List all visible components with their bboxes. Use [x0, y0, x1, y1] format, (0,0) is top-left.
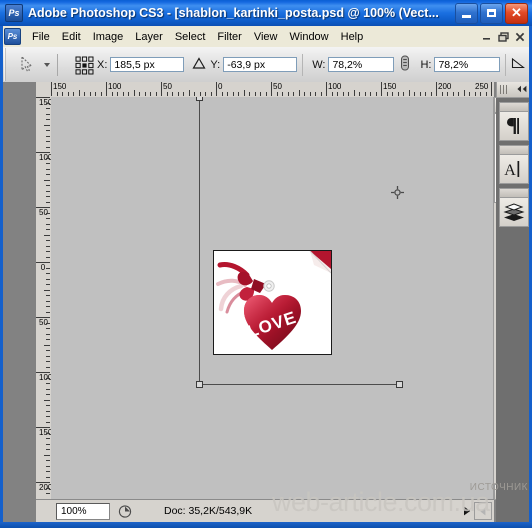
dock-panel-header[interactable]	[499, 102, 529, 111]
window-frame-bottom	[0, 522, 532, 528]
options-bar: X: 185,5 px Y: -63,9 px W: 78,2% H: 78,2…	[0, 47, 532, 83]
dock-panel-character[interactable]: A	[499, 145, 529, 184]
status-left-chevron-icon[interactable]	[474, 502, 492, 520]
w-label: W:	[312, 58, 326, 71]
layers-icon	[503, 203, 525, 221]
photoshop-window: Ps Adobe Photoshop CS3 - [shablon_kartin…	[0, 0, 532, 528]
character-panel-button[interactable]: A	[499, 154, 529, 184]
link-chain-icon[interactable]	[399, 55, 411, 74]
horizontal-ruler[interactable]: 150 100 50 0 50 100 150 200 250	[51, 82, 494, 98]
status-bar: 100% Doc: 35,2K/543,9K	[36, 499, 494, 522]
title-bar: Ps Adobe Photoshop CS3 - [shablon_kartin…	[0, 0, 532, 26]
paragraph-icon	[507, 118, 519, 134]
ruler-h-label: 50	[163, 82, 172, 91]
maximize-button[interactable]	[480, 2, 503, 24]
menu-item-view[interactable]: View	[248, 29, 284, 45]
doc-restore-button[interactable]	[495, 29, 511, 44]
zoom-input[interactable]: 100%	[56, 502, 110, 520]
y-label: Y:	[210, 58, 221, 71]
menu-item-help[interactable]: Help	[335, 29, 370, 45]
double-chevron-left-icon[interactable]	[516, 84, 528, 96]
menu-bar: Ps File Edit Image Layer Select Filter V…	[0, 26, 532, 48]
window-controls: ✕	[455, 2, 528, 24]
menu-item-file[interactable]: File	[26, 29, 56, 45]
svg-text:A: A	[504, 162, 516, 179]
x-label: X:	[97, 58, 108, 71]
divider	[57, 53, 58, 76]
panel-dock: A	[496, 82, 532, 522]
selection-bound-bottom	[199, 384, 399, 385]
transform-center-crosshair-icon[interactable]	[391, 186, 404, 199]
dock-header[interactable]	[496, 82, 532, 98]
ruler-h-label: 100	[328, 82, 342, 91]
close-button[interactable]: ✕	[505, 2, 528, 24]
menu-item-filter[interactable]: Filter	[211, 29, 247, 45]
ruler-h-label: 0	[218, 82, 223, 91]
menu-item-layer[interactable]: Layer	[129, 29, 169, 45]
layers-panel-button[interactable]	[499, 197, 529, 227]
divider	[505, 53, 507, 76]
top-center-handle[interactable]	[196, 97, 203, 101]
doc-close-button[interactable]	[512, 29, 528, 44]
dock-panel-header[interactable]	[499, 188, 529, 197]
divider	[302, 53, 304, 76]
menu-item-image[interactable]: Image	[87, 29, 130, 45]
ruler-h-label: 200	[438, 82, 452, 91]
dock-panel-layers[interactable]	[499, 188, 529, 227]
w-input[interactable]: 78,2%	[328, 57, 395, 72]
ruler-h-label: 250	[475, 82, 489, 91]
doc-minimize-button[interactable]	[478, 29, 494, 44]
window-title: Adobe Photoshop CS3 - [shablon_kartinki_…	[28, 6, 439, 20]
ruler-h-label: 150	[383, 82, 397, 91]
canvas-area[interactable]: LOVE	[51, 97, 494, 500]
bottom-left-handle[interactable]	[196, 381, 203, 388]
artwork-image[interactable]: LOVE	[213, 250, 332, 355]
h-input[interactable]: 78,2%	[434, 57, 501, 72]
vertical-ruler[interactable]: 150 100 50 0 50 100 150 200	[36, 97, 52, 500]
ruler-h-label: 50	[273, 82, 282, 91]
selection-bound-left	[199, 97, 200, 384]
menu-item-window[interactable]: Window	[284, 29, 335, 45]
document-window: 150 100 50 0 50 100 150 200 250 150 100 …	[0, 82, 532, 522]
ruler-h-label: 100	[108, 82, 122, 91]
photoshop-icon: Ps	[5, 4, 23, 22]
delta-triangle-icon	[192, 56, 206, 73]
minimize-button[interactable]	[455, 2, 478, 24]
document-preview-icon[interactable]	[116, 503, 134, 519]
bottom-right-handle[interactable]	[396, 381, 403, 388]
h-label: H:	[420, 58, 432, 71]
y-input[interactable]: -63,9 px	[223, 57, 298, 72]
photoshop-document-icon[interactable]: Ps	[4, 28, 21, 45]
tool-preset-chevron-down-icon[interactable]	[44, 62, 50, 67]
document-info: Doc: 35,2K/543,9K	[164, 505, 253, 517]
angle-icon	[511, 57, 526, 72]
document-window-controls	[478, 29, 528, 44]
move-tool-icon[interactable]	[17, 54, 39, 76]
window-frame-left	[0, 26, 3, 528]
ruler-h-label: 150	[53, 82, 67, 91]
menu-item-select[interactable]: Select	[169, 29, 212, 45]
x-input[interactable]: 185,5 px	[110, 57, 185, 72]
character-icon: A	[504, 161, 520, 179]
status-play-right-arrow-icon[interactable]	[460, 503, 474, 519]
menu-item-edit[interactable]: Edit	[56, 29, 87, 45]
paragraph-panel-button[interactable]	[499, 111, 529, 141]
reference-point-grid-icon[interactable]	[75, 56, 94, 74]
drag-grip-icon[interactable]	[500, 85, 508, 94]
ruler-corner[interactable]	[36, 82, 52, 98]
dock-panel-header[interactable]	[499, 145, 529, 154]
dock-panel-paragraph[interactable]	[499, 102, 529, 141]
